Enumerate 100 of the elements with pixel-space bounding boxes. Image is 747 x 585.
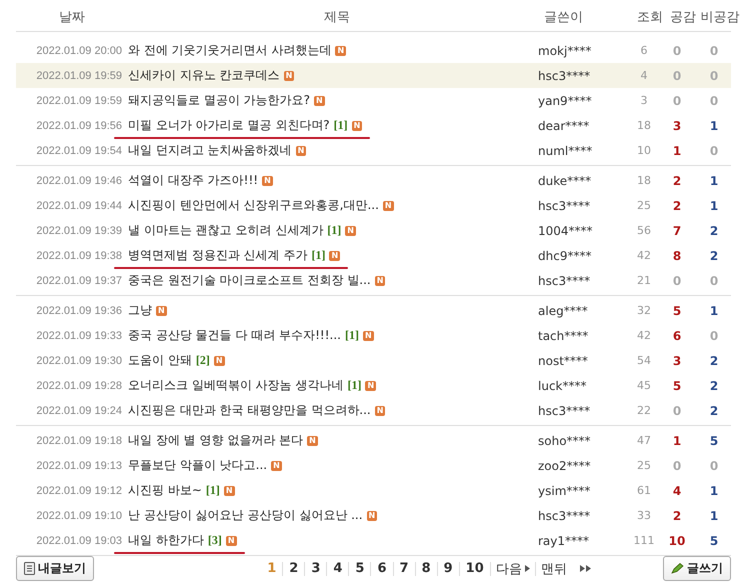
like-count: 5 (672, 378, 682, 392)
dislike-count: 2 (708, 378, 720, 392)
post-author: hsc3**** (537, 274, 592, 288)
post-row[interactable]: 2022.01.09 19:18 내일 장에 별 영향 없을꺼라 본다 N soho**** 47 1 5 (16, 428, 731, 453)
post-title[interactable]: 와 전에 기웃기웃거리면서 사려했는데 (128, 42, 332, 59)
post-title[interactable]: 낼 이마트는 괜찮고 오히려 신세계가 (128, 222, 324, 239)
post-title[interactable]: 병역면제범 정용진과 신세계 주가 (128, 247, 308, 264)
view-count: 25 (636, 459, 652, 472)
comment-count: [1] (327, 223, 342, 238)
post-title[interactable]: 중국 공산당 물건들 다 때려 부수자!!!... (128, 327, 341, 344)
post-date: 2022.01.09 19:39 (35, 224, 122, 236)
double-arrow-icon (580, 565, 591, 572)
post-row[interactable]: 2022.01.09 19:12 시진핑 바보~ [1] N ysim**** 61 4 1 (16, 478, 731, 503)
post-title[interactable]: 시진핑은 대만과 한국 태평양만을 먹으려하... (128, 402, 371, 419)
post-row[interactable]: 2022.01.09 19:38 병역면제범 정용진과 신세계 주가 [1] N dhc9**** 42 8 2 (16, 243, 731, 268)
new-badge: N (366, 510, 378, 520)
post-row[interactable]: 2022.01.09 19:54 내일 던지려고 눈치싸움하겠네 N numl**** 10 1 0 (16, 138, 731, 163)
post-author: ray1**** (537, 534, 590, 548)
dislike-count: 0 (708, 68, 720, 82)
new-badge: N (271, 460, 282, 470)
post-author: yan9**** (537, 94, 593, 108)
dislike-count: 0 (708, 274, 720, 288)
post-title[interactable]: 시진핑이 텐안먼에서 신장위구르와홍콩,대만... (128, 197, 379, 214)
post-title[interactable]: 중국은 원전기술 마이크로소프트 전회장 빌... (128, 272, 371, 289)
dislike-count: 1 (708, 198, 720, 212)
post-row[interactable]: 2022.01.09 19:36 그냥 N aleg**** 32 5 1 (16, 298, 731, 323)
post-title[interactable]: 도움이 안돼 (128, 352, 192, 369)
like-count: 2 (672, 174, 682, 188)
post-row[interactable]: 2022.01.09 19:28 오너리스크 일베떡볶이 사장놈 생각나네 [1] N luck**** 45 5 2 (16, 373, 731, 398)
my-posts-button[interactable]: 내글보기 (16, 556, 94, 581)
post-title[interactable]: 미필 오너가 아가리로 멸공 외친다며? (128, 117, 330, 134)
post-row[interactable]: 2022.01.09 19:24 시진핑은 대만과 한국 태평양만을 먹으려하... N hsc3**** 22 0 2 (16, 398, 731, 423)
post-title[interactable]: 내일 던지려고 눈치싸움하겠네 (128, 142, 292, 159)
last-page-link[interactable]: 맨뒤 (536, 560, 596, 578)
comment-count: [1] (311, 248, 326, 263)
post-author: hsc3**** (537, 404, 592, 418)
post-title[interactable]: 시진핑 바보~ (128, 482, 202, 499)
new-badge: N (335, 46, 346, 56)
post-row[interactable]: 2022.01.09 19:30 도움이 안돼 [2] N nost**** 54 3 2 (16, 348, 731, 373)
post-date: 2022.01.09 19:44 (35, 200, 122, 212)
post-row[interactable]: 2022.01.09 19:13 무플보단 악플이 낫다고... N zoo2**** 25 0 0 (16, 453, 731, 478)
new-badge: N (156, 306, 167, 316)
new-badge: N (362, 330, 374, 340)
page-link[interactable]: 5 (349, 561, 370, 576)
post-title[interactable]: 무플보단 악플이 낫다고... (128, 457, 268, 474)
page-link[interactable]: 8 (416, 561, 437, 576)
new-badge: N (226, 536, 237, 546)
page-link[interactable]: 4 (327, 561, 348, 576)
new-badge: N (214, 356, 225, 366)
post-title[interactable]: 오너리스크 일베떡볶이 사장놈 생각나네 (128, 377, 344, 394)
next-arrow-icon (524, 565, 530, 572)
post-row[interactable]: 2022.01.09 19:37 중국은 원전기술 마이크로소프트 전회장 빌... N hsc3**** 21 0 0 (16, 268, 731, 293)
column-header: 공감 (669, 9, 697, 26)
post-row[interactable]: 2022.01.09 19:44 시진핑이 텐안먼에서 신장위구르와홍콩,대만... N hsc3**** 25 2 1 (16, 193, 731, 218)
post-row[interactable]: 2022.01.09 19:39 낼 이마트는 괜찮고 오히려 신세계가 [1] N 1004**** 56 7 2 (16, 218, 731, 243)
like-count: 1 (672, 144, 682, 158)
view-count: 18 (636, 174, 652, 187)
post-title[interactable]: 석열이 대장주 가즈아!!! (128, 172, 258, 189)
post-title[interactable]: 그냥 (128, 302, 152, 319)
like-count: 7 (672, 224, 682, 238)
dislike-count: 2 (708, 354, 720, 368)
post-title[interactable]: 내일 장에 별 영향 없을꺼라 본다 (128, 432, 304, 449)
page-link[interactable]: 9 (438, 561, 459, 576)
post-date: 2022.01.09 19:33 (35, 330, 122, 342)
post-date: 2022.01.09 19:18 (35, 434, 122, 446)
post-date: 2022.01.09 19:54 (35, 144, 122, 156)
dislike-count: 2 (708, 224, 720, 238)
post-row[interactable]: 2022.01.09 19:59 돼지공익들로 멸공이 가능한가요? N yan9**** 3 0 0 (16, 88, 731, 113)
post-row[interactable]: 2022.01.09 19:33 중국 공산당 물건들 다 때려 부수자!!!... [1] N tach**** 42 6 0 (16, 323, 731, 348)
post-title[interactable]: 신세카이 지유노 칸코쿠데스 (128, 67, 280, 84)
post-title[interactable]: 돼지공익들로 멸공이 가능한가요? (128, 92, 310, 109)
page-link[interactable]: 6 (371, 561, 393, 576)
dislike-count: 0 (708, 94, 720, 108)
new-badge: N (374, 406, 386, 416)
page-link[interactable]: 2 (283, 561, 304, 576)
post-row[interactable]: 2022.01.09 19:10 난 공산당이 싫어요난 공산당이 싫어요난 ... N hsc3**** 33 2 1 (16, 503, 731, 528)
post-row[interactable]: 2022.01.09 19:03 내일 하한가다 [3] N ray1**** 111 10 5 (16, 528, 731, 553)
view-count: 33 (636, 509, 652, 522)
post-row[interactable]: 2022.01.09 19:59 신세카이 지유노 칸코쿠데스 N hsc3**** 4 0 0 (16, 63, 731, 88)
post-author: hsc3**** (537, 68, 592, 82)
post-author: hsc3**** (537, 508, 592, 522)
view-count: 61 (636, 484, 652, 497)
page-link[interactable]: 10 (460, 561, 490, 576)
post-date: 2022.01.09 19:28 (35, 380, 122, 392)
dislike-count: 0 (708, 144, 720, 158)
post-title[interactable]: 난 공산당이 싫어요난 공산당이 싫어요난 ... (128, 507, 363, 524)
page-link[interactable]: 7 (394, 561, 415, 576)
post-row[interactable]: 2022.01.09 19:56 미필 오너가 아가리로 멸공 외친다며? [1] N dear**** 18 3 1 (16, 113, 731, 138)
write-button[interactable]: 글쓰기 (662, 556, 731, 581)
post-author: soho**** (537, 434, 592, 448)
post-row[interactable]: 2022.01.09 20:00 와 전에 기웃기웃거리면서 사려했는데 N mokj**** 6 0 0 (16, 38, 731, 63)
post-author: 1004**** (537, 224, 594, 238)
like-count: 1 (672, 434, 682, 448)
column-header: 날짜 (58, 9, 86, 26)
post-title[interactable]: 내일 하한가다 (128, 532, 204, 549)
next-page-link[interactable]: 다음 (490, 560, 535, 578)
post-row[interactable]: 2022.01.09 19:46 석열이 대장주 가즈아!!! N duke**** 18 2 1 (16, 168, 731, 193)
page-link[interactable]: 3 (305, 561, 326, 576)
like-count: 0 (672, 68, 682, 82)
view-count: 22 (636, 404, 652, 417)
